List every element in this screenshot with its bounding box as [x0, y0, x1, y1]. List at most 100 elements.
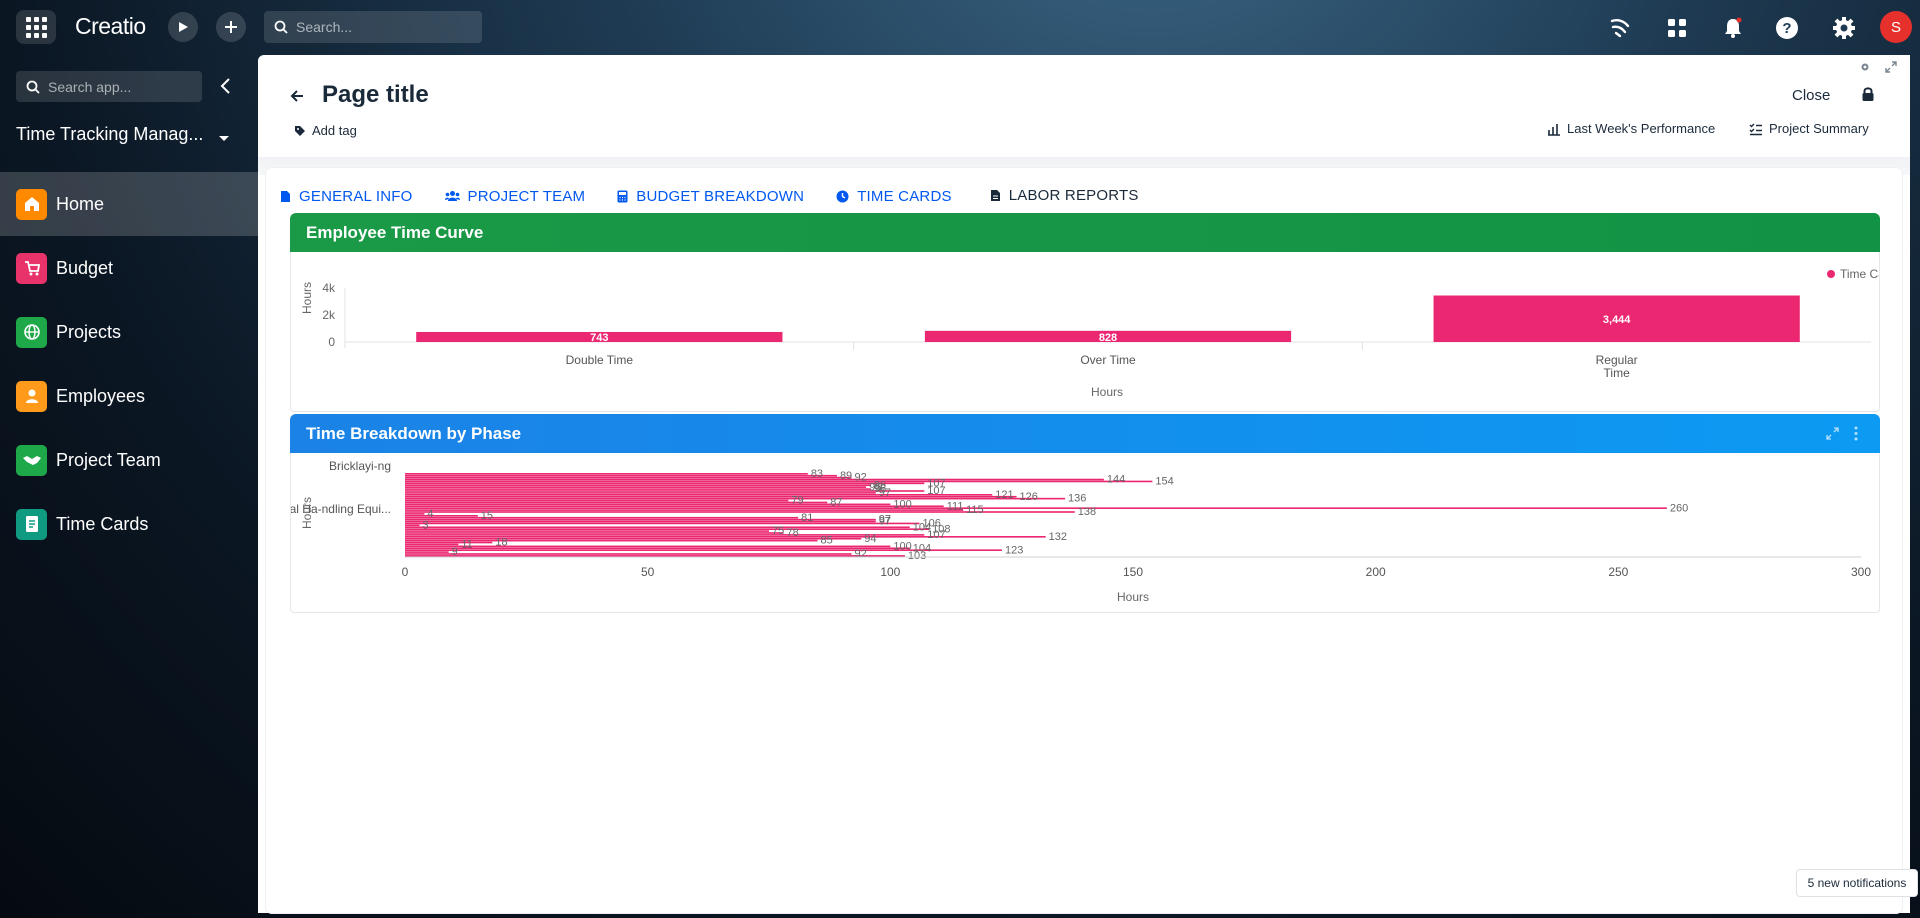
app-search[interactable] [16, 71, 202, 102]
data-label: 103 [908, 550, 926, 562]
main-panel: Page title Add tag Close Last Week's Per… [256, 55, 1910, 913]
last-weeks-performance-link[interactable]: Last Week's Performance [1547, 121, 1715, 136]
bar [405, 547, 910, 550]
expand-icon[interactable] [1826, 427, 1839, 440]
app-search-input[interactable] [48, 78, 188, 95]
bar [405, 494, 993, 496]
bar [405, 541, 493, 544]
bar [405, 488, 871, 490]
bar [405, 507, 1667, 509]
data-label: 11 [461, 539, 472, 551]
x-axis-label: Hours [1091, 385, 1123, 399]
bell-icon[interactable] [1718, 13, 1748, 43]
search-icon [274, 20, 288, 34]
communication-panel-icon[interactable] [1605, 13, 1635, 43]
legend-label[interactable]: Time Card [1840, 267, 1896, 281]
report-icon [990, 189, 1000, 201]
x-tick-label: 50 [641, 565, 655, 579]
globe-icon [16, 316, 47, 348]
global-search-input[interactable] [296, 19, 466, 35]
bar [405, 490, 925, 492]
panel-header: Time Breakdown by Phase [290, 414, 1880, 453]
tab-time-cards[interactable]: TIME CARDS [836, 176, 952, 216]
dashboard-icon[interactable] [1662, 13, 1692, 43]
bar [405, 513, 425, 515]
data-label: 89 [840, 470, 852, 482]
handshake-icon [16, 444, 47, 476]
data-label: 123 [1005, 544, 1023, 556]
user-avatar[interactable]: S [1880, 11, 1912, 43]
tab-budget-breakdown[interactable]: BUDGET BREAKDOWN [617, 176, 804, 216]
notifications-toast[interactable]: 5 new notifications [1796, 869, 1918, 897]
employee-time-curve-panel: Employee Time Curve 0 2k 4k 743 Double Time 8… [290, 213, 1896, 412]
sidebar-item-label: Project Team [56, 449, 161, 470]
project-summary-link[interactable]: Project Summary [1749, 121, 1869, 136]
help-icon[interactable]: ? [1772, 13, 1802, 43]
category-label: Over Time [1080, 353, 1136, 367]
back-arrow-icon[interactable] [288, 87, 306, 105]
svg-text:?: ? [1782, 20, 1791, 37]
bar [405, 499, 789, 502]
sidebar-item-home[interactable]: Home [0, 172, 258, 236]
sidebar-item-project-team[interactable]: Project Team [0, 428, 258, 492]
tab-project-team[interactable]: PROJECT TEAM [444, 176, 586, 216]
top-bar: Creatio ? S [0, 0, 1920, 55]
caret-down-icon[interactable] [218, 130, 230, 148]
data-label: 100 [893, 498, 911, 510]
link-label: Project Summary [1769, 121, 1869, 136]
sidebar-item-time-cards[interactable]: Time Cards [0, 492, 258, 556]
sidebar-item-employees[interactable]: Employees [0, 364, 258, 428]
bar [405, 545, 891, 548]
app-name[interactable]: Time Tracking Manag... [16, 124, 203, 145]
data-label: 107 [927, 485, 945, 497]
bar [405, 553, 852, 555]
global-search[interactable] [264, 11, 482, 43]
data-label: 15 [481, 510, 493, 522]
data-label: 97 [879, 516, 891, 528]
panel-header: Employee Time Curve [290, 213, 1880, 252]
data-label: 83 [811, 468, 823, 480]
gear-icon[interactable] [1829, 13, 1859, 43]
expand-icon[interactable] [1884, 60, 1898, 74]
bar [405, 526, 910, 529]
panel-body: 83 89 92 144 154 107 96 95 96 107 97 121 126 136 79 87 1… [256, 453, 1880, 613]
lock-icon[interactable] [1861, 86, 1875, 102]
plus-icon [225, 21, 237, 33]
data-label: 132 [1049, 531, 1067, 543]
file-icon [281, 190, 290, 202]
close-button[interactable]: Close [1792, 87, 1830, 104]
category-label-line: Bricklayi-ng [329, 459, 391, 473]
create-button[interactable] [216, 12, 246, 42]
sidebar-item-label: Budget [56, 257, 114, 278]
bar [405, 516, 799, 519]
bar [405, 522, 920, 525]
tab-general-info[interactable]: GENERAL INFO [280, 176, 413, 216]
y-axis-label: Hours [300, 282, 314, 314]
data-label: 4 [427, 508, 433, 520]
run-process-button[interactable] [168, 12, 198, 42]
small-gear-icon[interactable] [1858, 60, 1872, 74]
collapse-sidebar-button[interactable] [216, 76, 236, 96]
tab-labor-reports[interactable]: LABOR REPORTS [983, 176, 1145, 216]
add-tag-button[interactable]: Add tag [294, 123, 357, 138]
bar [405, 524, 420, 527]
bar [405, 530, 769, 532]
bar [405, 534, 925, 536]
app-launcher-button[interactable] [16, 10, 56, 44]
sidebar-item-budget[interactable]: Budget [0, 236, 258, 300]
bar [405, 528, 930, 530]
bar [405, 492, 876, 494]
x-tick-label: 250 [1608, 565, 1628, 579]
tag-icon [295, 125, 305, 136]
data-label: 97 [879, 487, 891, 499]
data-label: 9 [452, 546, 458, 558]
data-label: 138 [1078, 506, 1096, 518]
sidebar-item-projects[interactable]: Projects [0, 300, 258, 364]
data-label: 3 [423, 519, 429, 531]
more-icon[interactable] [1853, 426, 1859, 441]
data-label: 79 [791, 495, 803, 507]
bar [405, 495, 1017, 498]
add-tag-label: Add tag [312, 123, 357, 138]
data-label: 260 [1670, 502, 1688, 514]
page-title: Page title [322, 81, 429, 108]
